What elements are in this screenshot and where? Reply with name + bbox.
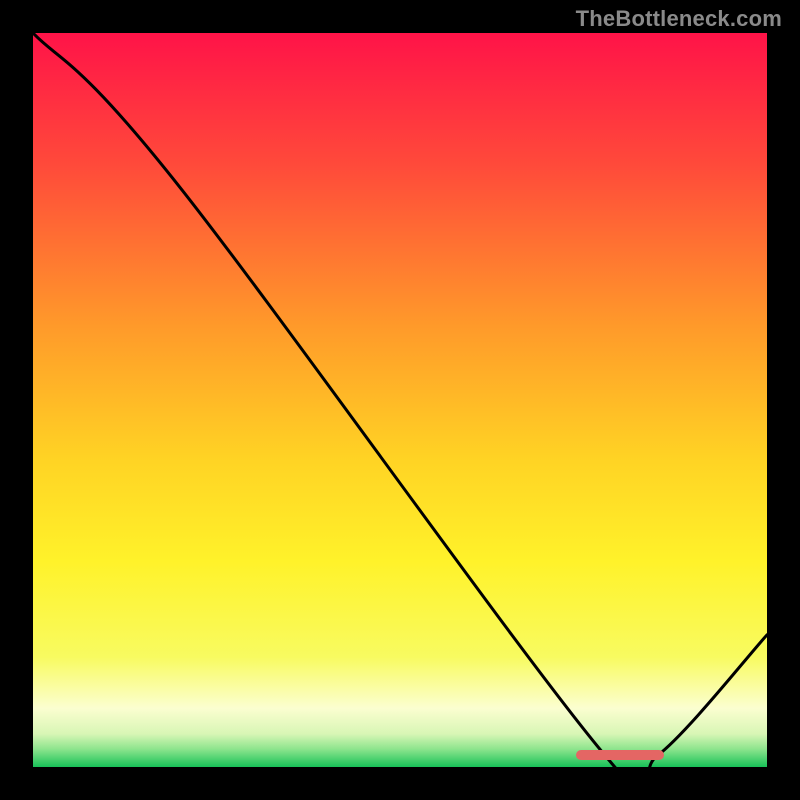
bottleneck-curve (33, 33, 767, 767)
plot-area (33, 33, 767, 767)
watermark-text: TheBottleneck.com (576, 6, 782, 32)
chart-frame: TheBottleneck.com (0, 0, 800, 800)
optimal-range-marker (576, 750, 664, 760)
